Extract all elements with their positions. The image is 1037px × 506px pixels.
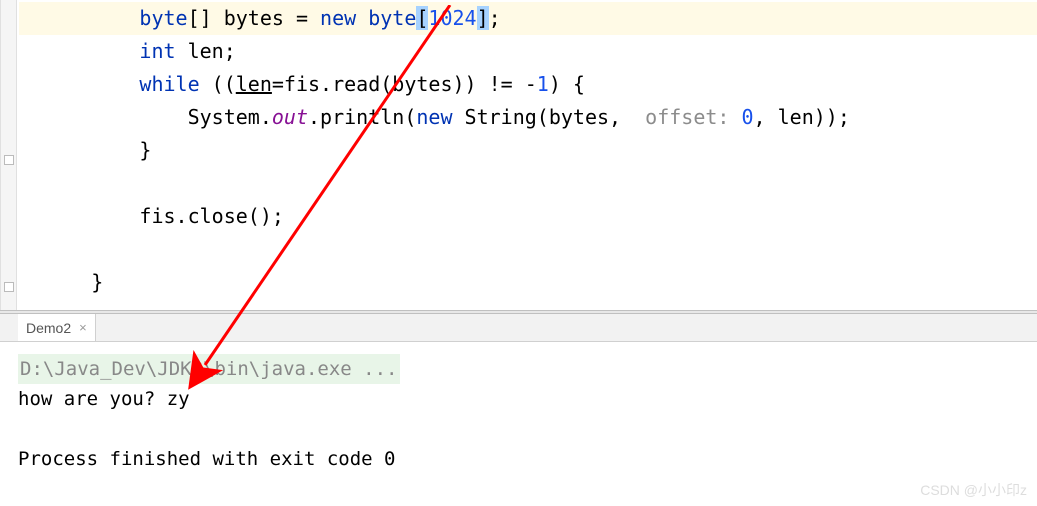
code-line[interactable] xyxy=(19,167,1037,200)
code-line[interactable] xyxy=(19,233,1037,266)
code-line[interactable]: System.out.println(new String(bytes, off… xyxy=(19,101,1037,134)
close-icon[interactable]: × xyxy=(79,320,87,335)
code-line[interactable]: byte[] bytes = new byte[1024]; xyxy=(19,2,1037,35)
code-line[interactable]: } xyxy=(19,134,1037,167)
tab-label: Demo2 xyxy=(26,320,71,336)
code-editor[interactable]: byte[] bytes = new byte[1024]; int len; … xyxy=(0,0,1037,310)
console-exit-message: Process finished with exit code 0 xyxy=(18,444,1019,474)
code-line[interactable]: } xyxy=(19,266,1037,299)
watermark: CSDN @小小印z xyxy=(920,480,1027,500)
fold-marker-icon[interactable] xyxy=(4,282,14,292)
tab-demo2[interactable]: Demo2 × xyxy=(18,314,96,341)
code-line[interactable]: fis.close(); xyxy=(19,200,1037,233)
fold-marker-icon[interactable] xyxy=(4,155,14,165)
editor-gutter xyxy=(1,0,17,310)
console-command: D:\Java_Dev\JDK8\bin\java.exe ... xyxy=(18,354,400,384)
console-stdout: how are you? zy xyxy=(18,384,1019,414)
code-line[interactable]: int len; xyxy=(19,35,1037,68)
code-content[interactable]: byte[] bytes = new byte[1024]; int len; … xyxy=(1,0,1037,299)
code-line[interactable]: while ((len=fis.read(bytes)) != -1) { xyxy=(19,68,1037,101)
console-output[interactable]: D:\Java_Dev\JDK8\bin\java.exe ... how ar… xyxy=(0,342,1037,486)
run-tab-bar: Demo2 × xyxy=(0,314,1037,342)
